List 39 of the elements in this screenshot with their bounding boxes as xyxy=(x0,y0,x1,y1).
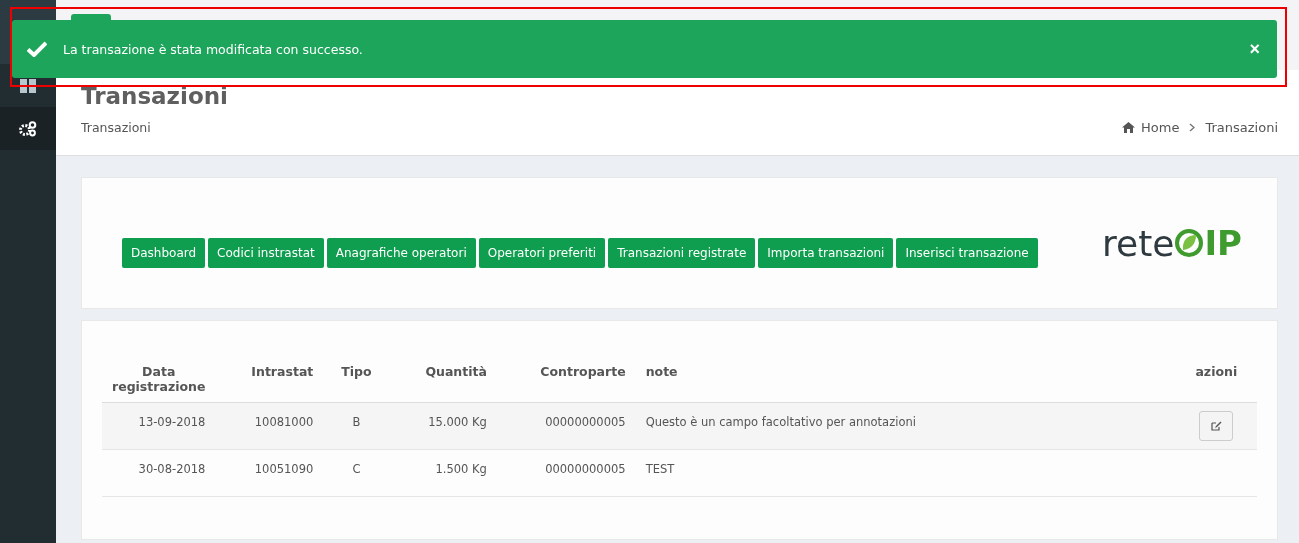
edit-icon xyxy=(1210,421,1222,431)
close-button[interactable]: × xyxy=(1247,40,1262,58)
nav-button[interactable]: Codici instrastat xyxy=(208,238,324,268)
table-cell: 10051090 xyxy=(215,449,324,497)
table-cell: C xyxy=(323,449,390,497)
nav-button[interactable]: Transazioni registrate xyxy=(608,238,756,268)
table-cell: Questo è un campo facoltativo per annotazioni xyxy=(635,402,1176,450)
breadcrumb-current: Transazioni xyxy=(1205,120,1278,135)
table-cell: 13-09-2018 xyxy=(102,402,216,450)
check-icon xyxy=(27,41,47,57)
table-cell: 15.000 Kg xyxy=(389,402,497,450)
column-header: note xyxy=(635,356,1176,403)
page-subtitle: Transazioni xyxy=(81,120,151,135)
nav-button[interactable]: Inserisci transazione xyxy=(896,238,1038,268)
table-cell: TEST xyxy=(635,449,1176,497)
nav-button[interactable]: Dashboard xyxy=(122,238,206,268)
table-cell: 1.500 Kg xyxy=(389,449,497,497)
notification-message: La transazione è stata modificata con successo. xyxy=(63,41,364,57)
nav-button[interactable]: Operatori preferiti xyxy=(478,238,606,268)
column-header: azioni xyxy=(1175,356,1257,403)
logo: rete IP xyxy=(1102,222,1242,264)
column-header: Controparte xyxy=(496,356,636,403)
nav-button[interactable]: Anagrafiche operatori xyxy=(326,238,476,268)
column-header: Intrastat xyxy=(215,356,324,403)
table-cell: 10081000 xyxy=(215,402,324,450)
chevron-icon xyxy=(1189,123,1196,132)
table-cell: 00000000005 xyxy=(496,402,636,450)
settings-icon[interactable] xyxy=(0,107,56,150)
breadcrumb-link[interactable]: Home xyxy=(1141,120,1180,135)
column-header: Tipo xyxy=(323,356,390,403)
nav-button[interactable]: Importa transazioni xyxy=(758,238,894,268)
page-title: Transazioni xyxy=(81,82,229,111)
column-header: Data registrazione xyxy=(102,356,216,403)
column-header: Quantità xyxy=(389,356,497,403)
table-cell: 00000000005 xyxy=(496,449,636,497)
home-icon xyxy=(1122,122,1136,133)
table-cell: B xyxy=(323,402,390,450)
table-cell: 30-08-2018 xyxy=(102,449,216,497)
edit-button[interactable] xyxy=(1199,411,1234,441)
